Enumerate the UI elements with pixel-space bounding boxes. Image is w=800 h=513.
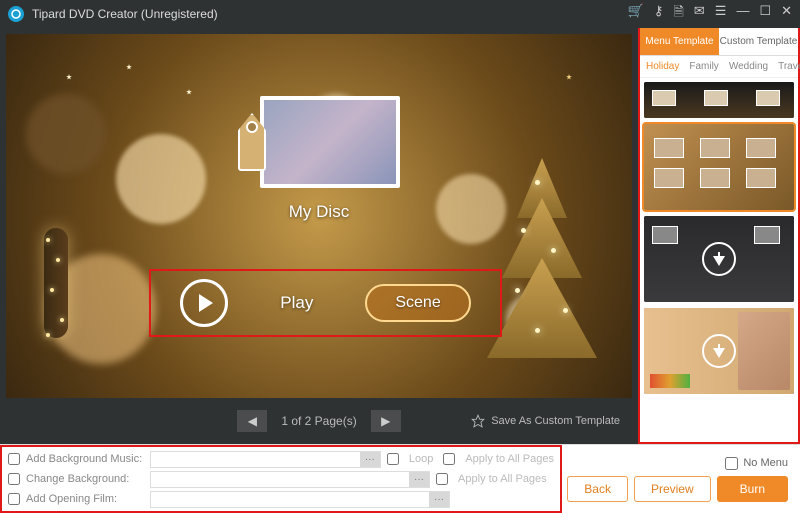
change-bg-checkbox[interactable] bbox=[8, 473, 20, 485]
title-thumbnail[interactable] bbox=[238, 96, 400, 188]
minimize-icon[interactable]: — bbox=[736, 3, 749, 25]
title-bar: Tipard DVD Creator (Unregistered) 🛒 ⚷ 🗎 … bbox=[0, 0, 800, 28]
page-icon[interactable]: 🗎 bbox=[673, 3, 683, 25]
download-icon bbox=[702, 334, 736, 368]
browse-button[interactable]: ··· bbox=[429, 492, 449, 507]
tab-menu-template[interactable]: Menu Template bbox=[640, 28, 719, 55]
template-item[interactable] bbox=[644, 216, 794, 302]
template-panel: Menu Template Custom Template Holiday Fa… bbox=[638, 28, 800, 444]
loop-label: Loop bbox=[409, 453, 433, 465]
category-travel[interactable]: Travel bbox=[778, 61, 800, 72]
apply-all-label: Apply to All Pages bbox=[465, 453, 554, 465]
add-bgm-label: Add Background Music: bbox=[26, 453, 144, 465]
tab-custom-template[interactable]: Custom Template bbox=[719, 28, 798, 55]
page-prev-button[interactable]: ◀ bbox=[237, 410, 267, 432]
preview-button[interactable]: Preview bbox=[634, 476, 711, 502]
category-holiday[interactable]: Holiday bbox=[646, 61, 679, 72]
category-row: Holiday Family Wedding Travel bbox=[640, 56, 798, 78]
apply-all-label: Apply to All Pages bbox=[458, 473, 547, 485]
apply-all-checkbox[interactable] bbox=[443, 453, 455, 465]
menu-icon[interactable]: ☰ bbox=[715, 3, 727, 25]
template-item[interactable] bbox=[644, 82, 794, 118]
play-label[interactable]: Play bbox=[280, 293, 313, 313]
bottom-bar: Add Background Music: ··· Loop Apply to … bbox=[0, 444, 800, 513]
no-menu-option[interactable]: No Menu bbox=[725, 457, 788, 470]
disc-title[interactable]: My Disc bbox=[289, 202, 349, 222]
options-area: Add Background Music: ··· Loop Apply to … bbox=[0, 445, 562, 513]
add-bgm-checkbox[interactable] bbox=[8, 453, 20, 465]
opening-film-checkbox[interactable] bbox=[8, 493, 20, 505]
cart-icon[interactable]: 🛒 bbox=[628, 3, 644, 25]
close-icon[interactable]: ✕ bbox=[781, 3, 792, 25]
christmas-tree-decoration bbox=[477, 158, 607, 378]
apply-all-checkbox[interactable] bbox=[436, 473, 448, 485]
maximize-icon[interactable]: ☐ bbox=[759, 3, 771, 25]
page-status: 1 of 2 Page(s) bbox=[281, 414, 356, 428]
bgm-field[interactable]: ··· bbox=[150, 451, 381, 468]
no-menu-label: No Menu bbox=[743, 457, 788, 469]
category-wedding[interactable]: Wedding bbox=[729, 61, 768, 72]
scene-button[interactable]: Scene bbox=[365, 284, 470, 322]
loop-checkbox[interactable] bbox=[387, 453, 399, 465]
save-as-template-button[interactable]: Save As Custom Template bbox=[471, 414, 620, 428]
preview-panel: My Disc Play Scene ◀ 1 of 2 Page(s) ▶ Sa… bbox=[0, 28, 638, 444]
page-next-button[interactable]: ▶ bbox=[371, 410, 401, 432]
burn-button[interactable]: Burn bbox=[717, 476, 788, 502]
browse-button[interactable]: ··· bbox=[360, 452, 380, 467]
back-button[interactable]: Back bbox=[567, 476, 628, 502]
reindeer-decoration bbox=[26, 178, 96, 358]
no-menu-checkbox[interactable] bbox=[725, 457, 738, 470]
film-field[interactable]: ··· bbox=[150, 491, 450, 508]
pager-bar: ◀ 1 of 2 Page(s) ▶ Save As Custom Templa… bbox=[6, 404, 632, 438]
template-item[interactable] bbox=[644, 308, 794, 394]
download-icon bbox=[702, 242, 736, 276]
browse-button[interactable]: ··· bbox=[409, 472, 429, 487]
app-title: Tipard DVD Creator (Unregistered) bbox=[32, 7, 628, 21]
play-scene-highlight: Play Scene bbox=[149, 269, 502, 337]
opening-film-label: Add Opening Film: bbox=[26, 493, 144, 505]
star-icon bbox=[471, 414, 485, 428]
play-icon[interactable] bbox=[180, 279, 228, 327]
menu-canvas: My Disc Play Scene bbox=[6, 34, 632, 398]
chat-icon[interactable]: ✉ bbox=[694, 3, 705, 25]
category-family[interactable]: Family bbox=[689, 61, 718, 72]
key-icon[interactable]: ⚷ bbox=[654, 3, 664, 25]
template-item[interactable] bbox=[644, 124, 794, 210]
app-logo bbox=[8, 6, 24, 22]
bg-field[interactable]: ··· bbox=[150, 471, 430, 488]
change-bg-label: Change Background: bbox=[26, 473, 144, 485]
